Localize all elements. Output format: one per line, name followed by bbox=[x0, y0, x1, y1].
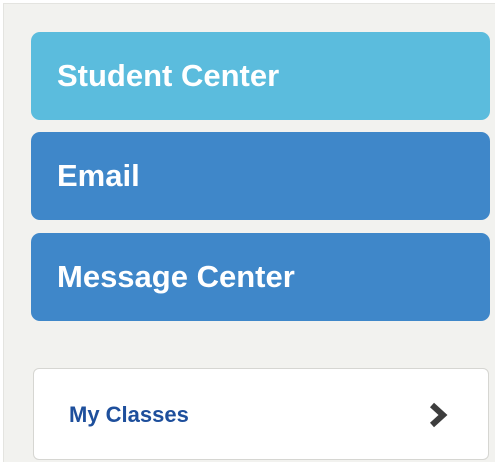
message-center-label: Message Center bbox=[57, 259, 295, 294]
my-classes-label: My Classes bbox=[69, 402, 189, 427]
student-center-button[interactable]: Student Center bbox=[31, 32, 490, 120]
sidebar-panel: Student Center Email Message Center My C… bbox=[3, 3, 495, 462]
chevron-right-icon bbox=[429, 402, 448, 428]
email-label: Email bbox=[57, 158, 140, 193]
student-center-label: Student Center bbox=[57, 58, 280, 93]
message-center-button[interactable]: Message Center bbox=[31, 233, 490, 321]
email-button[interactable]: Email bbox=[31, 132, 490, 220]
my-classes-link[interactable]: My Classes bbox=[33, 368, 489, 460]
